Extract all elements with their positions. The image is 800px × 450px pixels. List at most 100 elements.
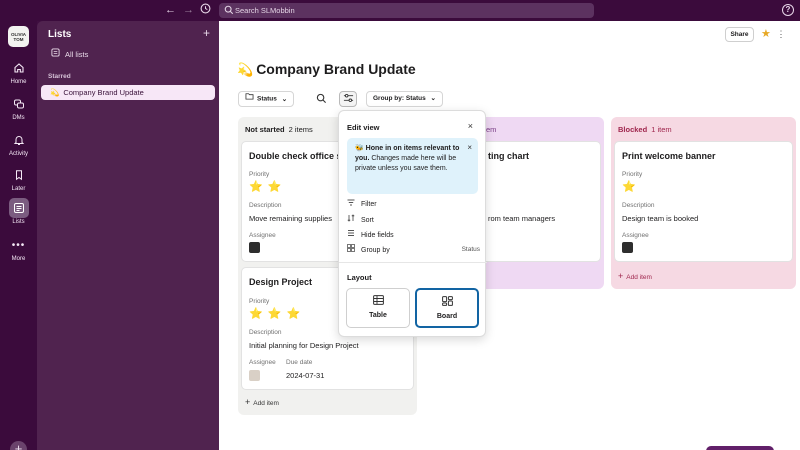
layout-option-board[interactable]: Board [415,288,479,328]
add-item-button[interactable]: + Add item [245,397,279,407]
add-item-label: Add item [626,274,652,281]
rail-item-dms[interactable]: DMs [0,94,37,121]
add-item-label: Add item [253,400,279,407]
due-date-value: 2024-07-31 [286,371,325,380]
group-by-icon [347,244,357,257]
table-icon [347,295,409,307]
layout-label: Board [436,313,458,320]
menu-item-group-by[interactable]: Group by Status [347,244,480,256]
column-count: em [486,125,497,134]
rail-item-more[interactable]: ••• More [0,235,37,263]
edit-view-button[interactable] [339,91,357,107]
search-placeholder: Search SLMobbin [235,6,295,15]
rail-item-later[interactable]: Later [0,165,37,192]
chevron-down-icon: ⌄ [281,95,288,103]
sidebar-item-company-brand-update[interactable]: 💫 Company Brand Update [41,85,215,100]
card-title: Print welcome banner [622,151,716,161]
priority-label: Priority [249,171,270,178]
card-title: Design Project [249,277,313,287]
sidebar-item-all-lists[interactable]: All lists [47,48,212,62]
card-title: ting chart [488,151,530,161]
back-arrow-icon[interactable]: ← [163,3,178,18]
board-icon [417,296,477,308]
popover-title: Edit view [347,123,380,132]
title-text: Company Brand Update [256,61,416,77]
description-label: Description [249,202,282,209]
due-date-label: Due date [286,359,313,366]
main-content: Share ★ ⋮ 💫 Company Brand Update Status ⌄… [219,21,800,450]
home-icon [9,58,29,78]
popover-divider [339,262,487,263]
bottom-action-button[interactable] [706,446,774,450]
workspace-logo[interactable]: OLIVIA TOM [8,26,29,47]
priority-stars: ⭐ [622,181,637,193]
avatar [622,242,633,253]
private-changes-tip: 🐝 Hone in on items relevant to you. Chan… [347,138,478,194]
group-by-label: Group by: Status [373,95,426,102]
rail-label-lists: Lists [12,219,25,225]
priority-stars: ⭐ ⭐ [249,181,283,193]
rail-item-lists[interactable]: Lists [0,198,37,225]
priority-stars: ⭐ ⭐ ⭐ [249,308,302,320]
column-name: Blocked [618,125,648,134]
rail-label-home: Home [10,79,27,85]
rail-item-activity[interactable]: Activity [0,130,37,157]
description-value: Initial planning for Design Project [249,341,359,350]
menu-item-filter[interactable]: Filter [347,199,480,211]
add-workspace-button[interactable]: + [10,441,27,450]
sort-icon [347,214,357,227]
top-bar: ← → Search SLMobbin ? [0,0,800,21]
column-header: Not started 2 items [245,125,313,134]
new-list-button[interactable]: + [203,26,210,40]
column-header: Blocked 1 item [618,125,672,134]
status-filter-button[interactable]: Status ⌄ [238,91,295,107]
menu-item-hide-fields[interactable]: Hide fields [347,229,480,241]
rail-item-home[interactable]: Home [0,58,37,85]
column-name: Not started [245,125,285,134]
all-lists-icon [51,48,61,62]
hide-fields-icon [347,229,357,242]
search-list-button[interactable] [312,91,330,107]
description-label: Description [249,329,282,336]
plus-icon: + [618,271,624,281]
description-value: rom team managers [488,214,556,223]
search-icon [224,5,235,16]
layout-section-title: Layout [347,273,372,282]
status-filter-label: Status [257,95,277,103]
share-button[interactable]: Share [725,27,754,42]
sidebar-title: Lists [48,29,72,40]
page-title: 💫 Company Brand Update [237,61,416,78]
layout-label: Table [369,312,387,319]
menu-item-sort[interactable]: Sort [347,214,480,226]
list-emoji: 💫 [50,88,60,97]
column-count: 2 items [288,125,313,134]
more-options-icon[interactable]: ⋮ [776,27,786,42]
board-column-blocked: Blocked 1 item Print welcome banner Prior… [611,117,796,289]
bookmark-icon [9,165,29,185]
menu-label: Filter [361,201,377,208]
dismiss-tip-icon[interactable]: × [467,143,472,153]
all-lists-label: All lists [65,50,89,59]
history-icon[interactable] [198,3,213,18]
search-bar[interactable]: Search SLMobbin [219,3,594,18]
group-by-button[interactable]: Group by: Status ⌄ [366,91,443,107]
priority-label: Priority [249,298,270,305]
board-card[interactable]: Print welcome banner Priority ⭐ Descript… [614,141,793,262]
help-icon[interactable]: ? [782,4,794,16]
sidebar-item-label: Company Brand Update [63,88,144,97]
dms-icon [9,94,29,114]
layout-option-table[interactable]: Table [346,288,410,328]
close-icon[interactable]: × [468,121,473,131]
forward-arrow-icon[interactable]: → [181,3,196,18]
star-icon[interactable]: ★ [761,27,773,42]
group-by-value: Status [461,246,480,253]
menu-label: Group by [361,247,390,254]
card-title: Double check office s [249,151,342,161]
more-icon: ••• [11,239,26,251]
sliders-icon [343,93,354,105]
chevron-down-icon: ⌄ [430,95,436,102]
filter-icon [347,199,357,211]
assignee-label: Assignee [249,359,276,366]
assignee-label: Assignee [249,232,276,239]
add-item-button[interactable]: + Add item [618,271,652,281]
